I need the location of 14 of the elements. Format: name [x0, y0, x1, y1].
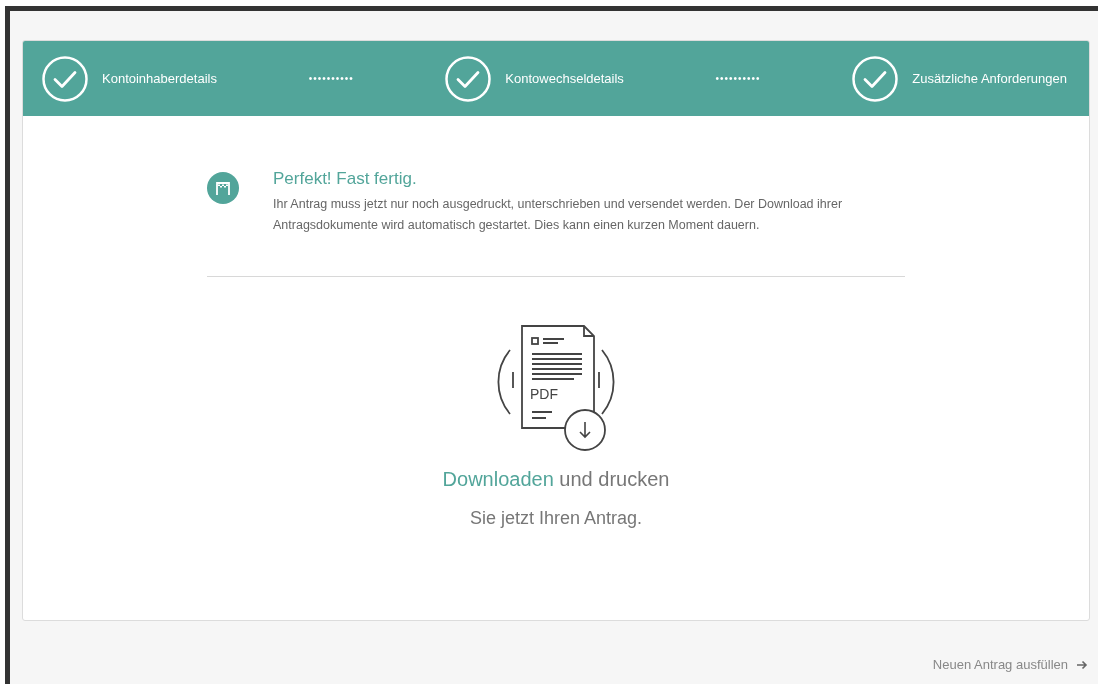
step-label: Kontoinhaberdetails: [102, 69, 217, 88]
step-label: Zusätzliche Anforderungen: [912, 69, 1067, 88]
new-application-link[interactable]: Neuen Antrag ausfüllen: [932, 655, 1088, 675]
finish-flag-icon: [207, 172, 239, 204]
download-subline: Sie jetzt Ihren Antrag.: [469, 507, 643, 530]
arrow-right-icon: [1076, 659, 1088, 670]
step-separator: ••••••••••: [308, 72, 354, 86]
notice-title: Perfekt! Fast fertig.: [273, 168, 418, 190]
notice-text: Ihr Antrag muss jetzt nur noch ausgedruckt, unterschrieben und versendet werden. Der Download ihrer Antragsdokumente wird automatisch gestartet. Dies kann einen kurzen Moment dauern.: [273, 196, 844, 234]
pdf-label: PDF: [530, 386, 558, 402]
download-link[interactable]: Downloaden: [442, 468, 554, 490]
download-headline: Downloaden und drucken: [442, 467, 670, 492]
step-label: Kontowechseldetails: [505, 69, 624, 88]
step-separator: ••••••••••: [715, 72, 761, 86]
